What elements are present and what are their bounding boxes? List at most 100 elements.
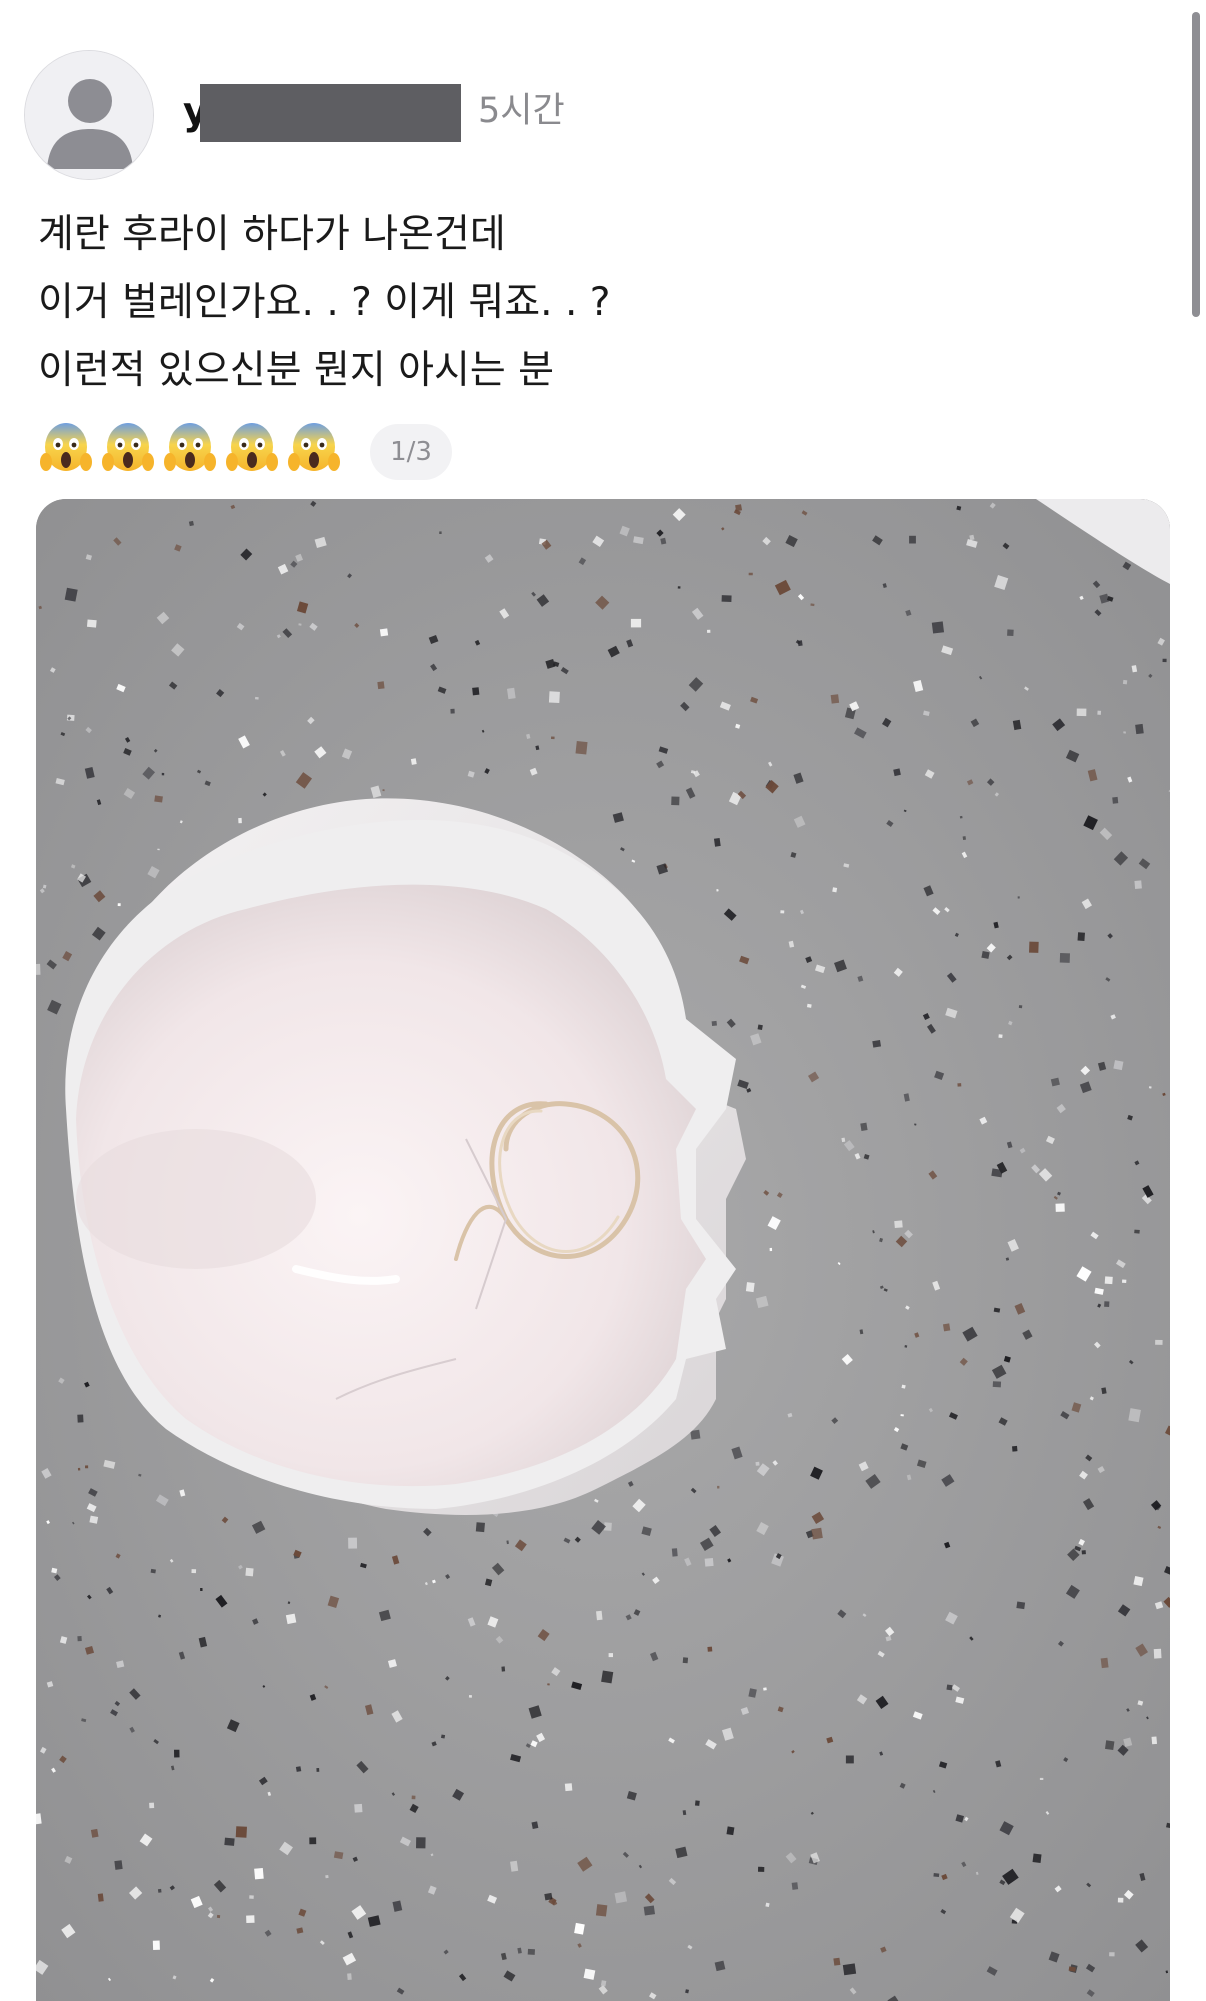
countertop-speckle	[707, 1646, 713, 1652]
countertop-speckle	[36, 963, 41, 975]
countertop-speckle	[946, 1684, 953, 1691]
countertop-speckle	[758, 1866, 765, 1872]
countertop-speckle	[845, 1755, 854, 1764]
countertop-speckle	[755, 1461, 760, 1466]
countertop-speckle	[354, 1803, 363, 1813]
countertop-speckle	[707, 629, 711, 633]
countertop-speckle	[77, 1414, 84, 1423]
countertop-speckle	[161, 772, 165, 776]
countertop-speckle	[152, 1940, 160, 1951]
countertop-speckle	[77, 1467, 81, 1471]
countertop-speckle	[904, 1345, 908, 1348]
countertop-speckle	[583, 1968, 596, 1980]
countertop-speckle	[711, 1020, 717, 1026]
countertop-speckle	[1122, 679, 1128, 685]
countertop-speckle	[1081, 1550, 1086, 1555]
countertop-speckle	[1117, 1897, 1124, 1903]
countertop-speckle	[309, 1837, 317, 1845]
post-timestamp: 5시간	[478, 91, 565, 131]
countertop-speckle	[806, 1003, 812, 1008]
countertop-speckle	[694, 1800, 700, 1806]
egg-shell-photo	[36, 499, 1170, 2001]
post-text-line-3: 이런적 있으신분 뭔지 아시는 분	[38, 348, 555, 393]
countertop-speckle	[506, 687, 516, 700]
countertop-speckle	[842, 1963, 857, 1976]
countertop-speckle	[114, 1860, 123, 1870]
countertop-speckle	[991, 1168, 1003, 1178]
countertop-speckle	[501, 1666, 506, 1672]
countertop-speckle	[841, 1137, 846, 1143]
countertop-speckle	[90, 1828, 99, 1838]
countertop-speckle	[1112, 796, 1119, 804]
countertop-speckle	[601, 1670, 614, 1684]
countertop-speckle	[1162, 658, 1167, 663]
countertop-speckle	[1109, 1952, 1115, 1957]
countertop-speckle	[1151, 1736, 1158, 1745]
countertop-speckle	[510, 1860, 519, 1872]
countertop-speckle	[992, 1381, 1002, 1388]
avatar[interactable]	[24, 50, 154, 180]
countertop-speckle	[957, 1083, 962, 1087]
countertop-speckle	[726, 1826, 735, 1836]
countertop-speckle	[811, 1527, 823, 1540]
countertop-speckle	[780, 910, 785, 914]
countertop-speckle	[564, 1783, 573, 1792]
countertop-speckle	[254, 1868, 264, 1880]
countertop-speckle	[245, 1567, 254, 1577]
countertop-speckle	[671, 1548, 678, 1557]
countertop-speckle	[150, 1568, 156, 1574]
countertop-speckle	[735, 504, 743, 512]
countertop-speckle	[832, 887, 838, 893]
countertop-speckle	[717, 1485, 720, 1489]
scrollbar[interactable]	[1192, 12, 1200, 317]
countertop-speckle	[154, 795, 163, 803]
countertop-speckle	[285, 1613, 297, 1625]
post-screen: y 5시간 계란 후라이 하다가 나온건데 이거 벌레인가요. . ? 이게 뭐…	[0, 0, 1206, 2001]
countertop-speckle	[872, 1040, 882, 1048]
countertop-speckle	[1029, 941, 1039, 953]
countertop-speckle	[149, 1802, 155, 1809]
default-user-icon	[25, 51, 153, 179]
countertop-speckle	[1155, 1339, 1163, 1345]
countertop-speckle	[348, 1537, 358, 1549]
countertop-speckle	[439, 531, 442, 535]
countertop-speckle	[931, 621, 945, 634]
countertop-speckle	[860, 1122, 868, 1131]
countertop-speckle	[1104, 1301, 1110, 1308]
countertop-speckle	[998, 1034, 1003, 1038]
countertop-speckle	[472, 687, 480, 696]
countertop-speckle	[1055, 1203, 1065, 1212]
countertop-speckle	[157, 1888, 162, 1893]
countertop-speckle	[347, 1973, 352, 1981]
countertop-speckle	[64, 587, 78, 602]
countertop-speckle	[1134, 880, 1142, 889]
countertop-speckle	[1100, 1657, 1109, 1669]
countertop-speckle	[894, 1220, 903, 1229]
countertop-speckle	[630, 618, 642, 628]
countertop-speckle	[1104, 1276, 1113, 1285]
countertop-speckle	[379, 628, 389, 637]
countertop-speckle	[1128, 1408, 1141, 1423]
countertop-speckle	[893, 768, 901, 777]
post-text-line-1: 계란 후라이 하다가 나온건데	[38, 212, 506, 257]
countertop-speckle	[704, 1558, 714, 1567]
face-screaming-in-fear-icon	[226, 423, 278, 471]
countertop-speckle	[325, 1875, 329, 1879]
image-counter-badge: 1/3	[370, 424, 452, 480]
countertop-speckle	[959, 815, 963, 819]
countertop-speckle	[1133, 1576, 1144, 1587]
post-photo[interactable]	[36, 499, 1170, 2001]
countertop-speckle	[411, 1795, 416, 1800]
countertop-speckle	[933, 1873, 940, 1878]
countertop-speckle	[575, 741, 588, 755]
countertop-speckle	[246, 1915, 255, 1923]
countertop-speckle	[440, 1734, 446, 1739]
countertop-speckle	[1097, 710, 1102, 715]
countertop-speckle	[377, 681, 385, 690]
countertop-speckle	[833, 1957, 841, 1966]
countertop-speckle	[1135, 723, 1144, 735]
countertop-speckle	[1017, 896, 1020, 899]
countertop-speckle	[810, 603, 815, 607]
countertop-speckle	[671, 796, 680, 806]
countertop-speckle	[249, 1895, 254, 1899]
